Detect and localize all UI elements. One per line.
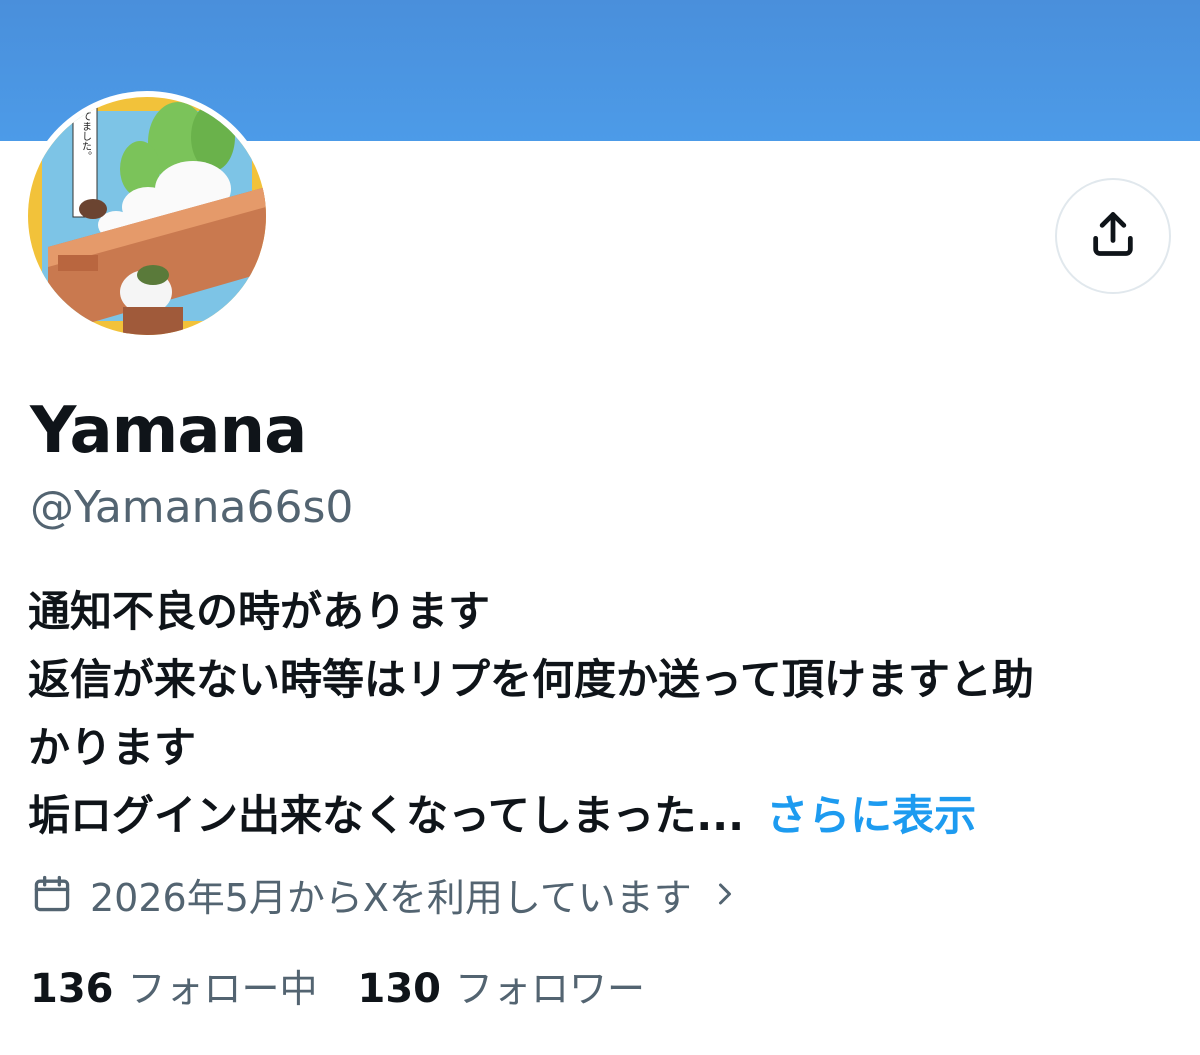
calendar-icon <box>30 872 74 916</box>
following-link[interactable]: 136 フォロー中 <box>30 958 318 1013</box>
avatar[interactable]: 私が育てました。 <box>22 91 272 341</box>
share-upload-icon <box>1087 208 1139 264</box>
joined-date-text: 2026年5月からXを利用しています <box>90 875 692 920</box>
followers-link[interactable]: 130 フォロワー <box>358 958 646 1013</box>
followers-label: フォロワー <box>455 966 646 1011</box>
following-count: 136 <box>30 965 114 1012</box>
share-button[interactable] <box>1055 178 1171 294</box>
profile-bio: 通知不良の時があります 返信が来ない時等はリプを何度か送って頂けますと助 かりま… <box>28 578 1178 850</box>
bio-line-last: 垢ログイン出来なくなってしまった... さらに表示 <box>28 782 1178 850</box>
bio-line: かります <box>28 723 197 772</box>
display-name: Yamana <box>30 394 307 468</box>
show-more-link[interactable]: さらに表示 <box>766 791 976 840</box>
chevron-right-icon <box>710 876 740 912</box>
user-handle: @Yamana66s0 <box>30 482 354 533</box>
avatar-image: 私が育てました。 <box>28 97 266 335</box>
bio-line: 垢ログイン出来なくなってしまった... <box>28 791 745 840</box>
following-label: フォロー中 <box>127 966 318 1011</box>
bio-line: 通知不良の時があります <box>28 587 491 636</box>
bio-line: 返信が来ない時等はリプを何度か送って頂けますと助 <box>28 655 1034 704</box>
followers-count: 130 <box>357 965 442 1012</box>
joined-date-row[interactable]: 2026年5月からXを利用しています <box>30 864 740 924</box>
follow-stats: 136 フォロー中 130 フォロワー <box>30 955 645 1015</box>
